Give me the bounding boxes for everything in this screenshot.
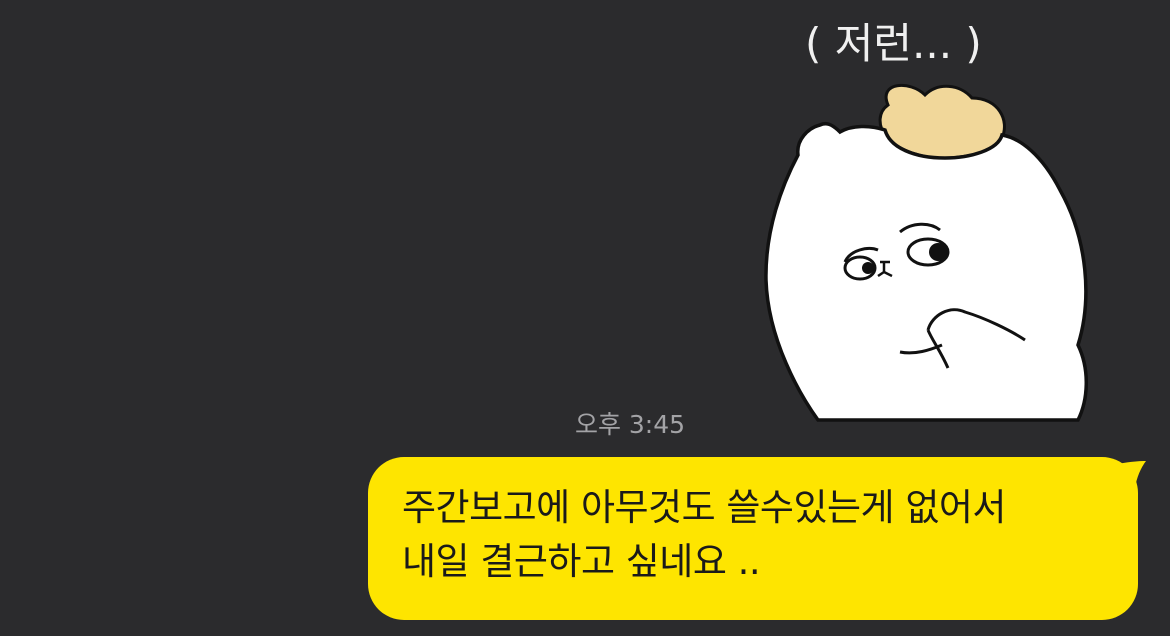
bubble-tail-icon [1112,461,1146,493]
message-timestamp: 오후 3:45 [574,410,686,439]
sticker-caption: ( 저런... ) [805,19,982,68]
chick-sticker-icon[interactable]: ( 저런... ) [760,0,1090,430]
message-text: 주간보고에 아무것도 쓸수있는게 없어서 내일 결근하고 싶네요 .. [402,486,1006,583]
chat-area: ( 저런... ) 오후 3:45 주간보고에 아무것도 쓸수있는게 없어서 내… [0,0,1170,636]
message-bubble[interactable]: 주간보고에 아무것도 쓸수있는게 없어서 내일 결근하고 싶네요 .. [368,457,1146,620]
